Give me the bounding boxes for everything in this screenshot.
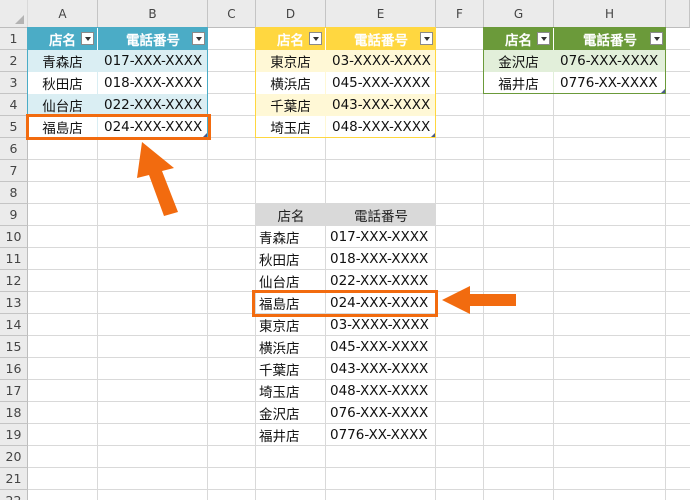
row-header-1[interactable]: 1 (0, 28, 28, 50)
column-header-c[interactable]: C (208, 0, 256, 28)
spreadsheet-grid: A B C D E F G H 1 2 3 4 5 6 7 8 9 10 11 12 13 14 15 16 17 18 19 20 2… (0, 0, 690, 500)
combined-name-cell[interactable]: 千葉店 (256, 358, 326, 380)
combined-phone-cell[interactable]: 018-XXX-XXXX (326, 248, 436, 270)
table3-border (483, 27, 666, 94)
grid-row-line (0, 467, 690, 468)
row-header-22[interactable]: 22 (0, 490, 28, 500)
combined-name-cell[interactable]: 青森店 (256, 226, 326, 248)
column-header-g[interactable]: G (484, 0, 554, 28)
row-header-7[interactable]: 7 (0, 160, 28, 182)
row-header-17[interactable]: 17 (0, 380, 28, 402)
table-resize-handle[interactable] (431, 133, 435, 137)
row-header-10[interactable]: 10 (0, 226, 28, 248)
combined-name-cell[interactable]: 仙台店 (256, 270, 326, 292)
grid-row-line (0, 159, 690, 160)
highlight-box-fukushima-source (26, 114, 211, 140)
combined-phone-cell[interactable]: 0776-XX-XXXX (326, 424, 436, 446)
row-header-11[interactable]: 11 (0, 248, 28, 270)
row-header-8[interactable]: 8 (0, 182, 28, 204)
row-header-19[interactable]: 19 (0, 424, 28, 446)
column-header-a[interactable]: A (28, 0, 98, 28)
row-header-9[interactable]: 9 (0, 204, 28, 226)
grid-row-line (0, 489, 690, 490)
row-header-5[interactable]: 5 (0, 116, 28, 138)
column-header-overflow[interactable] (666, 0, 690, 28)
combined-name-cell[interactable]: 金沢店 (256, 402, 326, 424)
combined-phone-cell[interactable]: 03-XXXX-XXXX (326, 314, 436, 336)
row-header-20[interactable]: 20 (0, 446, 28, 468)
row-header-15[interactable]: 15 (0, 336, 28, 358)
row-header-4[interactable]: 4 (0, 94, 28, 116)
row-header-6[interactable]: 6 (0, 138, 28, 160)
column-header-h[interactable]: H (554, 0, 666, 28)
row-header-2[interactable]: 2 (0, 50, 28, 72)
select-all-corner[interactable] (0, 0, 28, 28)
row-header-12[interactable]: 12 (0, 270, 28, 292)
combined-phone-cell[interactable]: 048-XXX-XXXX (326, 380, 436, 402)
row-header-14[interactable]: 14 (0, 314, 28, 336)
combined-name-cell[interactable]: 埼玉店 (256, 380, 326, 402)
column-header-f[interactable]: F (436, 0, 484, 28)
combined-phone-cell[interactable]: 043-XXX-XXXX (326, 358, 436, 380)
combined-phone-cell[interactable]: 022-XXX-XXXX (326, 270, 436, 292)
arrow-left-icon (442, 286, 516, 314)
row-header-3[interactable]: 3 (0, 72, 28, 94)
combined-phone-cell[interactable]: 045-XXX-XXXX (326, 336, 436, 358)
combined-header-name[interactable]: 店名 (256, 204, 326, 226)
combined-name-cell[interactable]: 秋田店 (256, 248, 326, 270)
row-header-18[interactable]: 18 (0, 402, 28, 424)
column-header-d[interactable]: D (256, 0, 326, 28)
row-header-16[interactable]: 16 (0, 358, 28, 380)
grid-row-line (0, 181, 690, 182)
combined-header-phone[interactable]: 電話番号 (326, 204, 436, 226)
combined-name-cell[interactable]: 横浜店 (256, 336, 326, 358)
column-header-b[interactable]: B (98, 0, 208, 28)
row-header-21[interactable]: 21 (0, 468, 28, 490)
combined-name-cell[interactable]: 福井店 (256, 424, 326, 446)
combined-phone-cell[interactable]: 076-XXX-XXXX (326, 402, 436, 424)
arrow-up-icon (137, 142, 178, 216)
row-header-13[interactable]: 13 (0, 292, 28, 314)
table2-border (255, 27, 436, 138)
combined-phone-cell[interactable]: 017-XXX-XXXX (326, 226, 436, 248)
column-header-e[interactable]: E (326, 0, 436, 28)
combined-name-cell[interactable]: 東京店 (256, 314, 326, 336)
highlight-box-fukushima-result (252, 290, 438, 317)
table-resize-handle[interactable] (661, 89, 665, 93)
